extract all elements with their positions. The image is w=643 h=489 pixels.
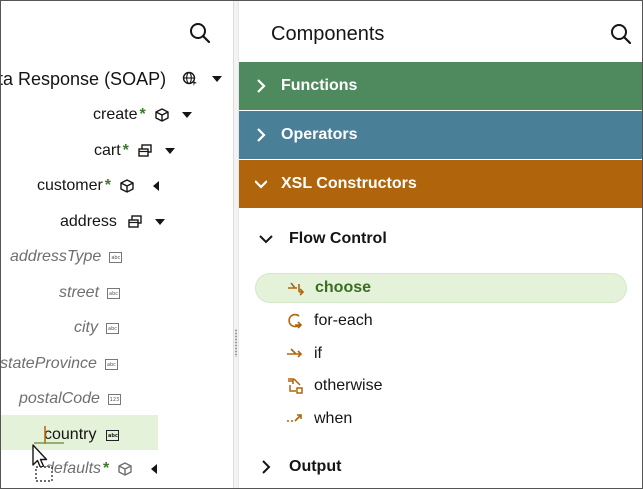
tree-node-label: create	[93, 106, 138, 123]
string-type-icon: abc	[104, 358, 118, 370]
tree-node-label: customer	[37, 177, 103, 194]
tree-node-label: address	[60, 213, 117, 230]
caret-down-icon[interactable]	[181, 110, 192, 120]
section-output[interactable]: Output	[259, 458, 341, 476]
chevron-right-icon	[262, 460, 271, 474]
component-otherwise[interactable]: otherwise	[255, 371, 627, 401]
drag-cursor-icon	[32, 444, 53, 482]
tree-node-customer[interactable]: customer *	[37, 173, 161, 199]
tree-node-label: cart	[94, 142, 121, 159]
tree-attr-stateprovince[interactable]: stateProvince abc	[1, 351, 118, 377]
required-marker: *	[103, 460, 110, 477]
string-type-icon: abc	[106, 429, 120, 441]
section-label: Flow Control	[289, 230, 387, 247]
attr-label: addressType	[10, 248, 102, 265]
tree-root-label: ta Response (SOAP)	[1, 68, 167, 89]
tree-attr-postalcode[interactable]: postalCode 123	[19, 386, 121, 412]
section-flow-control[interactable]: Flow Control	[259, 230, 387, 248]
category-functions[interactable]: Functions	[239, 62, 642, 110]
stacked-windows-icon	[138, 144, 152, 157]
components-panel: Components Functions Operators XSL Const…	[239, 1, 642, 488]
category-xsl-constructors[interactable]: XSL Constructors	[239, 160, 642, 208]
chevron-down-icon	[259, 235, 273, 244]
when-icon	[287, 414, 302, 422]
attr-label: stateProvince	[1, 355, 97, 372]
required-marker: *	[104, 177, 112, 194]
tree-root[interactable]: ta Response (SOAP)	[1, 66, 223, 92]
caret-down-icon[interactable]	[154, 217, 165, 227]
components-title: Components	[271, 23, 385, 45]
tree-attr-street[interactable]: street abc	[59, 280, 121, 306]
mapper-window: ta Response (SOAP) create * cart * custome…	[0, 0, 643, 489]
attr-label: street	[59, 284, 100, 301]
required-marker: *	[139, 106, 146, 123]
caret-left-icon[interactable]	[151, 181, 161, 191]
cube-icon	[155, 108, 169, 122]
section-label: Output	[289, 458, 342, 475]
tree-node-create[interactable]: create *	[93, 102, 192, 128]
branch-icon	[287, 348, 303, 358]
search-icon[interactable]	[187, 20, 213, 46]
component-if[interactable]: if	[255, 339, 627, 369]
cube-icon	[120, 179, 134, 193]
source-tree-panel: ta Response (SOAP) create * cart * custome…	[1, 1, 233, 488]
string-type-icon: abc	[106, 322, 119, 334]
category-label: Operators	[281, 126, 358, 143]
cube-icon	[118, 462, 132, 476]
component-label: choose	[315, 279, 372, 296]
loop-icon	[288, 313, 303, 329]
stacked-windows-icon	[128, 215, 142, 228]
chevron-right-icon	[257, 79, 266, 93]
otherwise-icon	[288, 378, 303, 394]
string-type-icon: abc	[107, 287, 121, 299]
number-type-icon: 123	[107, 393, 121, 405]
string-type-icon: abc	[109, 251, 123, 263]
chevron-down-icon	[255, 180, 267, 189]
drop-target-icon	[34, 426, 64, 444]
component-for-each[interactable]: for-each	[255, 306, 627, 336]
caret-down-icon[interactable]	[212, 74, 223, 84]
choose-icon	[288, 282, 305, 296]
caret-left-icon[interactable]	[149, 464, 159, 474]
category-operators[interactable]: Operators	[239, 111, 642, 159]
search-icon[interactable]	[608, 21, 634, 47]
component-label: when	[314, 410, 353, 427]
component-label: otherwise	[314, 377, 383, 394]
tree-node-defaults[interactable]: defaults *	[45, 456, 159, 482]
tree-attr-addresstype[interactable]: addressType abc	[10, 244, 123, 270]
attr-label: postalCode	[19, 390, 100, 407]
component-choose[interactable]: choose	[255, 273, 627, 303]
component-label: if	[314, 345, 322, 362]
tree-node-cart[interactable]: cart *	[94, 138, 175, 164]
tree-node-address[interactable]: address	[60, 209, 165, 235]
tree-attr-city[interactable]: city abc	[74, 315, 119, 341]
category-label: XSL Constructors	[281, 175, 417, 192]
chevron-right-icon	[257, 128, 266, 142]
component-label: for-each	[314, 312, 373, 329]
component-when[interactable]: when	[255, 404, 627, 434]
required-marker: *	[122, 142, 129, 159]
attr-label: city	[74, 319, 98, 336]
splitter-grip-icon[interactable]	[235, 329, 237, 357]
caret-down-icon[interactable]	[164, 146, 175, 156]
category-label: Functions	[281, 77, 358, 94]
globe-icon	[182, 71, 198, 86]
